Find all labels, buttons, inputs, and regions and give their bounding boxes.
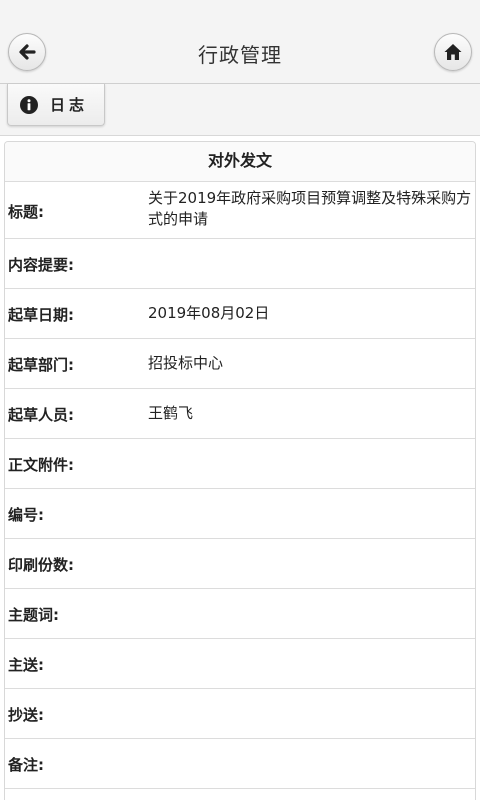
- field-label: 抄送:: [8, 706, 44, 724]
- field-value: 招投标中心: [148, 354, 224, 372]
- log-button[interactable]: 日志: [7, 84, 105, 126]
- field-label: 备注:: [8, 756, 44, 774]
- field-row: 标题: 关于2019年政府采购项目预算调整及特殊采购方式的申请: [5, 182, 475, 239]
- field-label: 印刷份数:: [8, 556, 74, 574]
- field-label: 内容提要:: [8, 256, 74, 274]
- field-row: 起草人员: 王鹤飞: [5, 389, 475, 439]
- field-row: 印刷份数:: [5, 539, 475, 589]
- field-row: 抄送:: [5, 689, 475, 739]
- field-row: 备注:: [5, 739, 475, 789]
- toolbar: 日志: [0, 84, 480, 136]
- field-label: 起草日期:: [8, 306, 74, 324]
- field-label: 主送:: [8, 656, 44, 674]
- field-label: 起草部门:: [8, 356, 74, 374]
- field-row: 起草部门: 招投标中心: [5, 339, 475, 389]
- page-title: 行政管理: [198, 43, 282, 67]
- field-row: 正文附件:: [5, 439, 475, 489]
- field-value: 关于2019年政府采购项目预算调整及特殊采购方式的申请: [148, 189, 472, 228]
- field-row: 编号:: [5, 489, 475, 539]
- section-title: 对外发文: [5, 142, 475, 182]
- log-button-label: 日志: [50, 96, 89, 114]
- field-label: 编号:: [8, 506, 44, 524]
- field-value: 王鹤飞: [148, 404, 194, 422]
- field-label: 标题:: [8, 203, 44, 221]
- field-label: 正文附件:: [8, 456, 74, 474]
- app-header: 行政管理: [0, 0, 480, 84]
- field-label: 起草人员:: [8, 406, 74, 424]
- field-label: 主题词:: [8, 606, 59, 624]
- document-panel: 对外发文 标题: 关于2019年政府采购项目预算调整及特殊采购方式的申请内容提要:…: [4, 141, 476, 800]
- home-button[interactable]: [434, 33, 472, 71]
- field-row: 起草日期: 2019年08月02日: [5, 289, 475, 339]
- home-icon: [444, 44, 462, 60]
- field-list: 标题: 关于2019年政府采购项目预算调整及特殊采购方式的申请内容提要: 起草日期:…: [5, 182, 475, 789]
- field-row: 主题词:: [5, 589, 475, 639]
- info-icon: [20, 95, 38, 114]
- field-row: 内容提要:: [5, 239, 475, 289]
- field-value: 2019年08月02日: [148, 304, 270, 322]
- field-row: 主送:: [5, 639, 475, 689]
